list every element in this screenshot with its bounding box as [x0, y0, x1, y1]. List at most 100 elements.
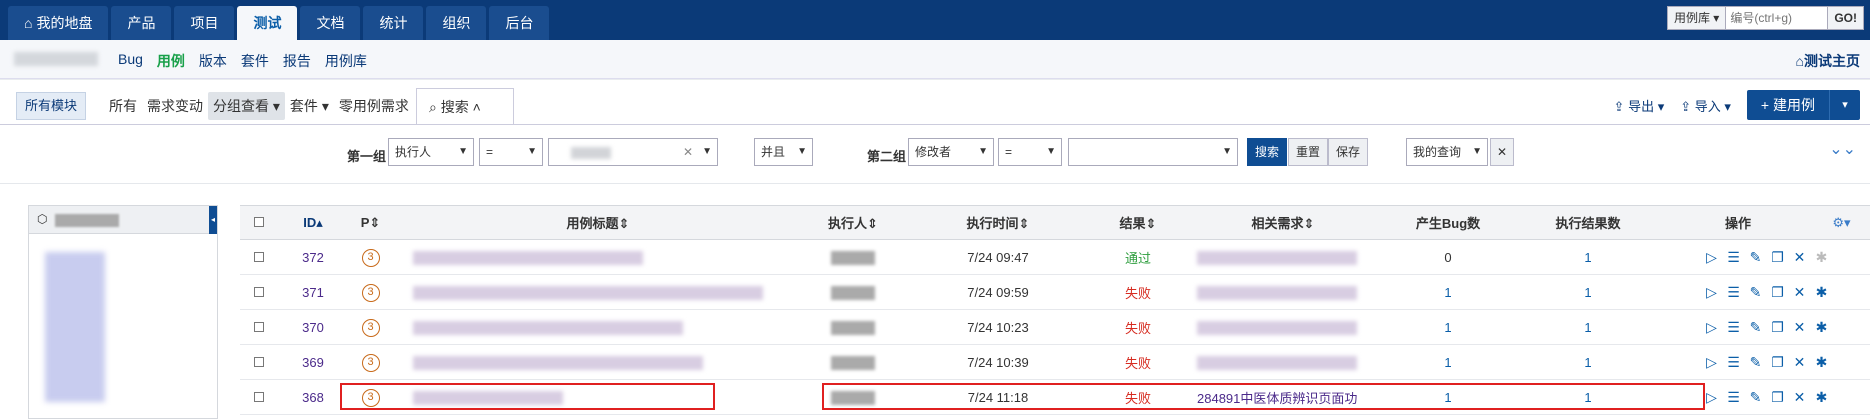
bug-icon[interactable]: ✱	[1814, 319, 1830, 336]
results-icon[interactable]: ☰	[1726, 249, 1742, 266]
case-id[interactable]: 371	[278, 274, 348, 310]
delete-icon[interactable]: ✕	[1792, 249, 1808, 266]
case-id[interactable]: 370	[278, 309, 348, 345]
filter-suite[interactable]: 套件 ▾	[285, 92, 334, 120]
search-toggle-tab[interactable]: ⌕ 搜索 ˄	[416, 88, 514, 126]
col-result[interactable]: 结果⇕	[1093, 205, 1183, 240]
case-run-count[interactable]: 1	[1513, 274, 1663, 310]
delete-icon[interactable]: ✕	[1792, 284, 1808, 301]
row-checkbox[interactable]	[254, 321, 264, 332]
edit-icon[interactable]: ✎	[1748, 354, 1764, 371]
bug-icon[interactable]: ✱	[1814, 249, 1830, 266]
my-query-select[interactable]: 我的查询 ▼	[1406, 138, 1488, 166]
col-title[interactable]: 用例标题⇕	[393, 205, 803, 240]
copy-icon[interactable]: ❐	[1770, 319, 1786, 336]
import-button[interactable]: ⇪ 导入 ▾	[1680, 96, 1731, 115]
filter-need-change[interactable]: 需求变动	[142, 92, 208, 120]
run-icon[interactable]: ▷	[1704, 354, 1720, 371]
group1-field-select[interactable]: 执行人 ▼	[388, 138, 474, 166]
subnav-report[interactable]: 报告	[283, 51, 311, 71]
table-row[interactable]: 368 3 7/24 11:18 失败 284891中医体质辨识页面功 1 1 …	[240, 379, 1870, 415]
tab-test[interactable]: 测试	[237, 6, 298, 40]
case-story[interactable]	[1183, 309, 1383, 345]
tab-stats[interactable]: 统计	[363, 6, 424, 40]
product-selector-redacted[interactable]	[14, 52, 98, 66]
row-checkbox[interactable]	[254, 251, 264, 262]
filter-all[interactable]: 所有	[104, 92, 142, 120]
save-query-button[interactable]: 保存	[1328, 138, 1369, 166]
id-search-input[interactable]	[1726, 6, 1829, 30]
table-row[interactable]: 371 3 7/24 09:59 失败 1 1 ▷ ☰ ✎ ❐ ✕ ✱	[240, 274, 1870, 310]
table-row[interactable]: 370 3 7/24 10:23 失败 1 1 ▷ ☰ ✎ ❐ ✕ ✱	[240, 309, 1870, 345]
case-bug-count[interactable]: 1	[1383, 274, 1513, 310]
group2-field-select[interactable]: 修改者 ▼	[908, 138, 994, 166]
go-button[interactable]: GO!	[1828, 6, 1864, 30]
filter-group-view[interactable]: 分组查看 ▾	[208, 92, 285, 120]
bug-icon[interactable]: ✱	[1814, 354, 1830, 371]
search-button[interactable]: 搜索	[1247, 138, 1288, 166]
case-bug-count[interactable]: 1	[1383, 309, 1513, 345]
test-home-link[interactable]: ⌂测试主页	[1796, 51, 1860, 71]
collapse-search-icon[interactable]: ⌄⌄	[1829, 139, 1856, 159]
col-executor[interactable]: 执行人⇕	[803, 205, 903, 240]
group1-value-select[interactable]: ✕ ▼	[548, 138, 718, 166]
case-story[interactable]	[1183, 274, 1383, 310]
results-icon[interactable]: ☰	[1726, 354, 1742, 371]
case-story[interactable]	[1183, 344, 1383, 380]
case-run-count[interactable]: 1	[1513, 379, 1663, 415]
copy-icon[interactable]: ❐	[1770, 389, 1786, 406]
copy-icon[interactable]: ❐	[1770, 284, 1786, 301]
logic-select[interactable]: 并且 ▼	[754, 138, 813, 166]
redacted-module-list[interactable]	[45, 252, 105, 402]
case-id[interactable]: 369	[278, 344, 348, 380]
tab-my-dashboard[interactable]: ⌂ 我的地盘	[8, 6, 109, 40]
case-title[interactable]	[393, 239, 803, 275]
create-case-button[interactable]: + 建用例 ▾	[1746, 90, 1860, 120]
edit-icon[interactable]: ✎	[1748, 249, 1764, 266]
delete-icon[interactable]: ✕	[1792, 389, 1808, 406]
row-checkbox[interactable]	[254, 356, 264, 367]
filter-zero-case[interactable]: 零用例需求	[334, 92, 414, 120]
delete-icon[interactable]: ✕	[1792, 319, 1808, 336]
tab-admin[interactable]: 后台	[489, 6, 550, 40]
table-row[interactable]: 369 3 7/24 10:39 失败 1 1 ▷ ☰ ✎ ❐ ✕ ✱	[240, 344, 1870, 380]
edit-icon[interactable]: ✎	[1748, 389, 1764, 406]
case-id[interactable]: 372	[278, 239, 348, 275]
col-priority[interactable]: P⇕	[348, 205, 393, 240]
column-settings[interactable]: ⚙▾	[1813, 205, 1870, 240]
results-icon[interactable]: ☰	[1726, 389, 1742, 406]
row-checkbox[interactable]	[254, 286, 264, 297]
case-title[interactable]	[393, 344, 803, 380]
col-id[interactable]: ID▴	[278, 205, 348, 240]
subnav-bug[interactable]: Bug	[118, 51, 143, 71]
bug-icon[interactable]: ✱	[1814, 389, 1830, 406]
case-title[interactable]	[393, 274, 803, 310]
tab-product[interactable]: 产品	[111, 6, 172, 40]
case-id[interactable]: 368	[278, 379, 348, 415]
case-run-count[interactable]: 1	[1513, 344, 1663, 380]
subnav-build[interactable]: 版本	[199, 51, 227, 71]
run-icon[interactable]: ▷	[1704, 389, 1720, 406]
clear-icon[interactable]: ✕	[683, 139, 693, 165]
close-query-button[interactable]: ✕	[1490, 138, 1515, 166]
case-bug-count[interactable]: 1	[1383, 379, 1513, 415]
case-bug-count[interactable]: 1	[1383, 344, 1513, 380]
case-title[interactable]	[393, 379, 803, 415]
results-icon[interactable]: ☰	[1726, 284, 1742, 301]
table-row[interactable]: 372 3 7/24 09:47 通过 0 1 ▷ ☰ ✎ ❐ ✕ ✱	[240, 239, 1870, 275]
run-icon[interactable]: ▷	[1704, 249, 1720, 266]
case-story[interactable]	[1183, 239, 1383, 275]
col-story[interactable]: 相关需求⇕	[1183, 205, 1383, 240]
results-icon[interactable]: ☰	[1726, 319, 1742, 336]
group2-value-select[interactable]: ▼	[1068, 138, 1238, 166]
create-case-dropdown[interactable]: ▾	[1830, 90, 1860, 120]
bug-icon[interactable]: ✱	[1814, 284, 1830, 301]
run-icon[interactable]: ▷	[1704, 319, 1720, 336]
select-all-checkbox[interactable]	[240, 205, 278, 240]
subnav-suite[interactable]: 套件	[241, 51, 269, 71]
run-icon[interactable]: ▷	[1704, 284, 1720, 301]
col-exec-time[interactable]: 执行时间⇕	[903, 205, 1093, 240]
tab-org[interactable]: 组织	[426, 6, 487, 40]
row-checkbox[interactable]	[254, 391, 264, 402]
reset-button[interactable]: 重置	[1288, 138, 1329, 166]
